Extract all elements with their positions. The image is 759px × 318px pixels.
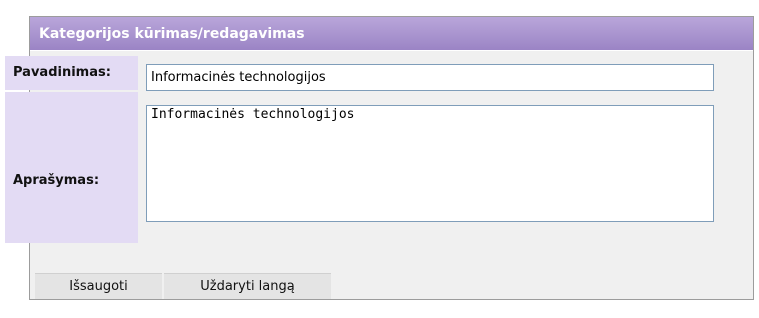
name-label: Pavadinimas: <box>13 65 111 80</box>
description-textarea[interactable]: Informacinės technologijos <box>146 105 714 222</box>
name-label-cell: Pavadinimas: <box>5 56 138 90</box>
save-button[interactable]: Išsaugoti <box>35 273 162 299</box>
panel-title: Kategorijos kūrimas/redagavimas <box>39 26 305 42</box>
name-input[interactable] <box>146 64 714 91</box>
panel-header: Kategorijos kūrimas/redagavimas <box>30 17 753 51</box>
close-window-button[interactable]: Uždaryti langą <box>164 273 331 299</box>
description-label-cell: Aprašymas: <box>5 92 138 243</box>
description-label: Aprašymas: <box>13 173 100 188</box>
